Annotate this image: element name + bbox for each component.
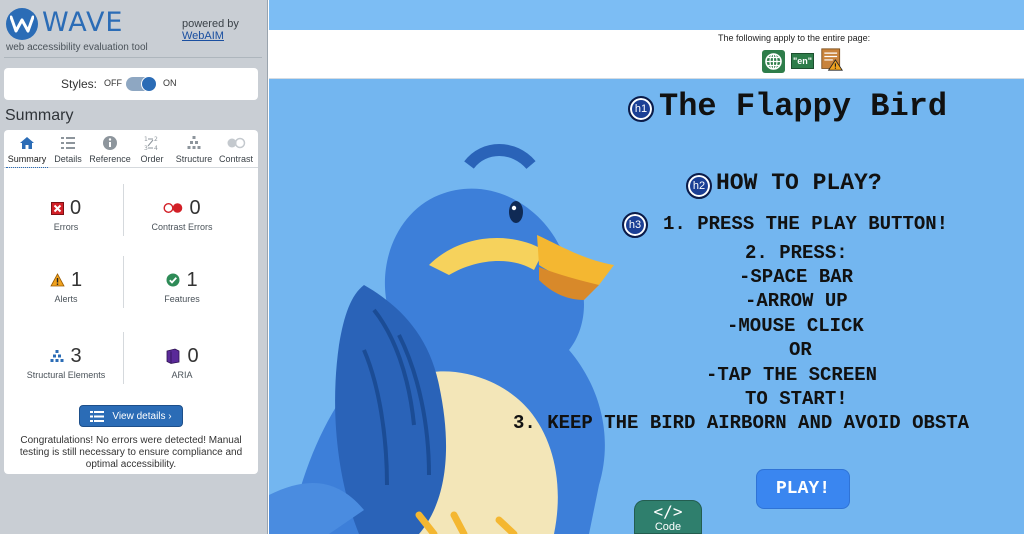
features-label: Features <box>164 294 200 304</box>
structure-icon <box>187 136 201 149</box>
instruction-line: -TAP THE SCREEN <box>706 364 878 386</box>
styles-off-label: OFF <box>104 78 122 88</box>
aria-label: ARIA <box>171 370 193 380</box>
wave-logo-icon <box>6 8 38 40</box>
errors-label: Errors <box>53 222 79 232</box>
toggle-knob <box>141 76 157 92</box>
view-details-label: View details › <box>112 410 172 422</box>
instruction-line: 2. PRESS: <box>745 242 848 264</box>
structural-label: Structural Elements <box>26 370 106 380</box>
tab-order[interactable]: 1234 Order <box>131 134 173 168</box>
list-icon <box>61 137 75 149</box>
contrast-errors-label: Contrast Errors <box>151 222 213 232</box>
svg-text:1: 1 <box>144 136 148 143</box>
info-icon <box>103 136 117 150</box>
wave-sidebar: WAVE web accessibility evaluation tool p… <box>0 0 268 534</box>
wave-tagline: web accessibility evaluation tool <box>6 42 148 53</box>
styles-on-label: ON <box>163 78 177 88</box>
divider <box>123 332 124 384</box>
language-badge[interactable]: "en" <box>791 53 814 69</box>
tab-reference[interactable]: Reference <box>89 134 131 168</box>
code-icon: </> <box>653 502 683 521</box>
tab-label: Summary <box>7 154 47 164</box>
instruction-line: TO START! <box>745 388 848 410</box>
tab-structure[interactable]: Structure <box>173 134 215 168</box>
alert-icon <box>50 273 65 287</box>
errors-stat[interactable]: 0 Errors <box>11 197 121 232</box>
svg-text:3: 3 <box>144 145 148 152</box>
powered-by: powered by WebAIM <box>182 18 239 42</box>
h2-badge[interactable]: h2 <box>686 173 712 199</box>
contrast-errors-stat[interactable]: 0 Contrast Errors <box>127 196 237 233</box>
code-toggle-tab[interactable]: </> Code <box>634 500 702 534</box>
h1-badge[interactable]: h1 <box>628 96 654 122</box>
alerts-count: 1 <box>70 268 83 291</box>
aria-icon <box>167 348 180 364</box>
wave-brand: WAVE web accessibility evaluation tool p… <box>0 0 268 58</box>
tab-details[interactable]: Details <box>47 134 89 168</box>
aria-count: 0 <box>187 344 199 367</box>
instruction-line: OR <box>789 339 812 361</box>
webaim-link[interactable]: WebAIM <box>182 30 224 42</box>
structural-count: 3 <box>70 344 82 367</box>
divider <box>4 57 262 58</box>
instruction-line: -SPACE BAR <box>739 266 854 288</box>
alerts-stat[interactable]: 1 Alerts <box>11 269 121 304</box>
styles-label: Styles: <box>61 77 98 91</box>
svg-text:4: 4 <box>154 145 158 152</box>
page-wide-label: The following apply to the entire page: <box>718 33 871 43</box>
feature-check-icon <box>166 273 180 287</box>
home-icon <box>20 137 34 149</box>
code-label: Code <box>654 521 682 533</box>
svg-text:2: 2 <box>154 136 158 143</box>
aria-stat[interactable]: 0 ARIA <box>127 345 237 380</box>
tab-label: Contrast <box>218 154 253 164</box>
alerts-label: Alerts <box>54 294 78 304</box>
styles-toggle[interactable] <box>126 76 157 92</box>
instruction-line: 3. KEEP THE BIRD AIRBORN AND AVOID OBSTA <box>513 412 970 434</box>
congrats-message: Congratulations! No errors were detected… <box>19 435 243 470</box>
tab-summary[interactable]: Summary <box>6 134 48 168</box>
tab-label: Reference <box>89 154 131 164</box>
error-icon <box>50 201 64 215</box>
wave-logo-text: WAVE <box>42 7 124 38</box>
instruction-line: 1. PRESS THE PLAY BUTTON! <box>663 213 949 235</box>
powered-by-label: powered by <box>182 18 239 30</box>
contrast-icon <box>227 137 246 149</box>
page-alert-icon[interactable] <box>819 48 845 71</box>
order-icon: 1 23 4 <box>144 136 158 152</box>
page-top-band <box>269 0 1024 30</box>
tab-label: Structure <box>175 154 213 164</box>
contrast-error-icon <box>163 202 183 214</box>
divider <box>123 184 124 236</box>
structural-stat[interactable]: 3 Structural Elements <box>11 344 121 381</box>
tab-contrast[interactable]: Contrast <box>215 134 257 168</box>
h3-badge[interactable]: h3 <box>622 212 648 238</box>
page-title: The Flappy Bird <box>659 88 948 125</box>
styles-toggle-box: Styles: OFF ON <box>4 68 258 100</box>
instruction-line: -MOUSE CLICK <box>727 315 864 337</box>
summary-heading: Summary <box>5 107 74 124</box>
list-icon <box>90 410 105 422</box>
how-to-heading: HOW TO PLAY? <box>716 170 882 196</box>
contrast-errors-count: 0 <box>189 196 201 219</box>
features-count: 1 <box>186 268 198 291</box>
divider <box>123 256 124 308</box>
errors-count: 0 <box>69 196 82 219</box>
tab-label: Details <box>54 154 82 164</box>
summary-panel: Summary Details Reference 1234 Order Str… <box>4 130 258 474</box>
tab-label: Order <box>140 154 164 164</box>
play-button[interactable]: PLAY! <box>756 469 850 509</box>
globe-language-icon[interactable] <box>762 50 785 73</box>
page-wide-icons-bar: The following apply to the entire page: … <box>269 30 1024 79</box>
evaluated-page: The following apply to the entire page: … <box>269 0 1024 534</box>
view-details-button[interactable]: View details › <box>79 405 183 427</box>
wave-tabs: Summary Details Reference 1234 Order Str… <box>4 130 258 168</box>
bird-illustration <box>269 144 614 534</box>
features-stat[interactable]: 1 Features <box>127 268 237 305</box>
structure-icon <box>50 350 64 362</box>
instruction-line: -ARROW UP <box>745 290 848 312</box>
